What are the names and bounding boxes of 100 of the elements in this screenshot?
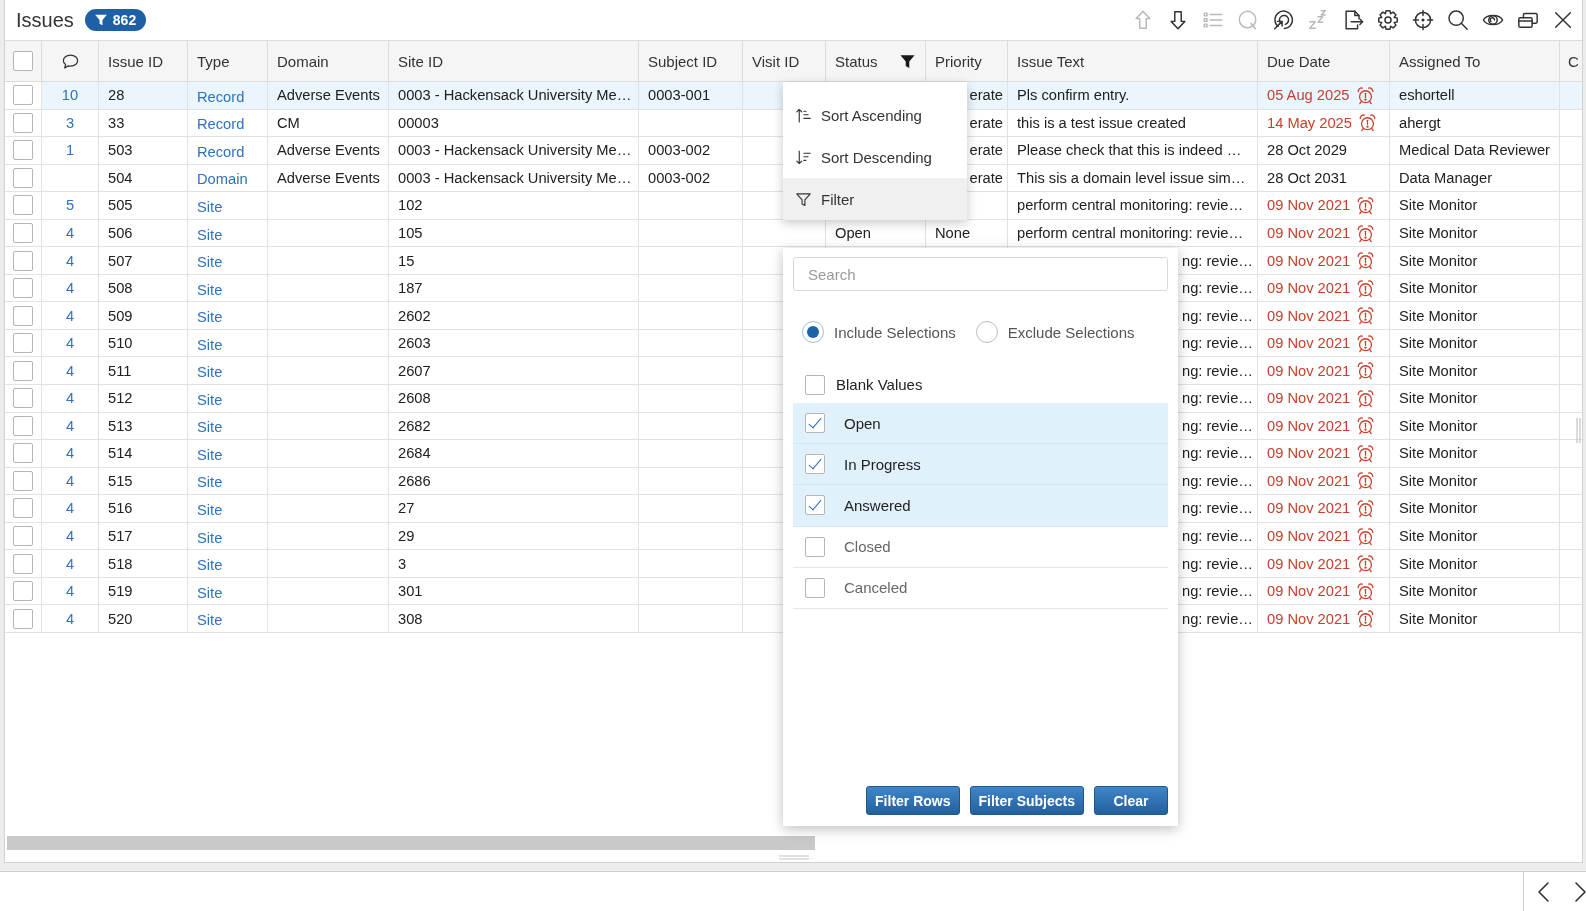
filter-option[interactable]: In Progress <box>793 444 1168 486</box>
type-link[interactable]: Site <box>197 198 223 215</box>
type-link[interactable]: Site <box>197 501 223 518</box>
row-checkbox[interactable] <box>13 167 33 188</box>
filter-subjects-button[interactable]: Filter Subjects <box>969 786 1084 815</box>
row-checkbox[interactable] <box>13 195 33 216</box>
row-checkbox[interactable] <box>13 305 33 326</box>
comment-count-link[interactable]: 4 <box>65 610 75 627</box>
radio-button[interactable] <box>802 321 824 343</box>
filter-option[interactable]: Open <box>793 403 1168 445</box>
type-link[interactable]: Site <box>197 336 223 353</box>
radio-button[interactable] <box>975 321 998 343</box>
filter-option[interactable]: Answered <box>793 485 1168 527</box>
type-link[interactable]: Site <box>197 446 223 463</box>
search-icon[interactable] <box>1447 9 1469 31</box>
filter-icon[interactable] <box>899 52 916 70</box>
filter-count-button[interactable]: 862 <box>84 9 147 31</box>
type-link[interactable]: Site <box>197 364 223 381</box>
row-checkbox[interactable] <box>13 112 33 133</box>
comment-count-link[interactable]: 1 <box>65 142 75 159</box>
comment-count-link[interactable]: 5 <box>65 197 75 214</box>
resize-grip-icon[interactable] <box>1576 418 1581 443</box>
column-header[interactable]: Priority <box>935 52 982 70</box>
search-field[interactable]: Search <box>793 257 1168 291</box>
type-link[interactable]: Site <box>197 309 223 326</box>
type-link[interactable]: Site <box>197 612 223 629</box>
type-link[interactable]: Site <box>197 474 223 491</box>
chevron-left-icon[interactable] <box>1537 880 1550 903</box>
comment-count-link[interactable]: 4 <box>65 528 75 544</box>
row-checkbox[interactable] <box>13 470 33 491</box>
option-checkbox[interactable] <box>805 454 825 475</box>
spiral-arrow-icon[interactable] <box>1272 9 1294 31</box>
column-header[interactable]: Status <box>835 52 878 70</box>
select-all-checkbox[interactable] <box>13 51 33 71</box>
type-link[interactable]: Site <box>197 226 223 243</box>
comment-count-link[interactable]: 4 <box>65 280 75 297</box>
column-header[interactable]: Site ID <box>398 52 443 70</box>
type-link[interactable]: Record <box>197 88 245 105</box>
column-header[interactable]: Issue Text <box>1017 52 1085 70</box>
option-checkbox[interactable] <box>805 374 825 395</box>
type-link[interactable]: Record <box>197 143 245 160</box>
option-checkbox[interactable] <box>805 413 825 434</box>
row-checkbox[interactable] <box>13 333 33 354</box>
comment-count-link[interactable]: 4 <box>65 583 75 600</box>
filter-rows-button[interactable]: Filter Rows <box>866 786 960 815</box>
filter-option[interactable]: Closed <box>793 526 1168 568</box>
filter-option[interactable]: Canceled <box>793 567 1168 609</box>
column-header[interactable]: C <box>1568 52 1579 70</box>
row-checkbox[interactable] <box>13 388 33 409</box>
row-checkbox[interactable] <box>13 250 33 271</box>
comment-count-link[interactable]: 10 <box>61 87 79 104</box>
comment-count-link[interactable]: 4 <box>65 390 75 407</box>
close-icon[interactable] <box>1552 9 1574 31</box>
option-checkbox[interactable] <box>805 495 825 516</box>
row-checkbox[interactable] <box>13 498 33 519</box>
column-header[interactable]: Type <box>197 52 230 70</box>
comment-count-link[interactable]: 4 <box>65 307 75 324</box>
type-link[interactable]: Site <box>197 419 223 436</box>
type-link[interactable]: Site <box>197 281 223 298</box>
column-header[interactable]: Assigned To <box>1399 52 1481 70</box>
comment-count-link[interactable]: 4 <box>65 417 75 434</box>
comment-count-link[interactable]: 4 <box>65 445 75 462</box>
row-checkbox[interactable] <box>13 581 33 602</box>
arrow-down-icon[interactable] <box>1167 9 1189 31</box>
comment-count-link[interactable]: 4 <box>65 362 75 379</box>
row-checkbox[interactable] <box>13 223 33 243</box>
row-checkbox[interactable] <box>13 553 33 574</box>
row-checkbox[interactable] <box>13 608 33 629</box>
file-export-icon[interactable] <box>1342 9 1364 31</box>
comment-count-link[interactable]: 4 <box>65 252 75 269</box>
option-checkbox[interactable] <box>805 577 825 598</box>
row-checkbox[interactable] <box>13 278 33 299</box>
comment-count-link[interactable]: 4 <box>65 472 75 489</box>
comment-count-link[interactable]: 4 <box>65 555 75 572</box>
row-checkbox[interactable] <box>13 443 33 464</box>
row-checkbox[interactable] <box>13 526 33 546</box>
option-checkbox[interactable] <box>805 536 825 557</box>
type-link[interactable]: Site <box>197 391 223 408</box>
type-link[interactable]: Site <box>197 584 223 601</box>
row-checkbox[interactable] <box>13 85 33 106</box>
scrollbar-thumb[interactable] <box>7 836 815 850</box>
type-link[interactable]: Site <box>197 557 223 574</box>
column-header[interactable]: Visit ID <box>752 52 800 70</box>
settings-icon[interactable] <box>1377 9 1399 31</box>
type-link[interactable]: Site <box>197 254 223 271</box>
row-checkbox[interactable] <box>13 415 33 436</box>
type-link[interactable]: Record <box>197 116 245 133</box>
column-header[interactable]: Issue ID <box>108 52 164 70</box>
type-link[interactable]: Domain <box>197 171 248 188</box>
row-checkbox[interactable] <box>13 360 33 381</box>
comment-count-link[interactable]: 4 <box>65 500 75 517</box>
clear-button[interactable]: Clear <box>1094 786 1168 815</box>
comment-count-link[interactable]: 3 <box>65 114 75 131</box>
column-header[interactable]: Subject ID <box>648 52 718 70</box>
row-checkbox[interactable] <box>13 140 33 161</box>
comment-count-link[interactable]: 4 <box>65 335 75 352</box>
resize-grip-icon[interactable] <box>779 855 809 860</box>
comment-count-link[interactable]: 4 <box>65 225 75 241</box>
column-header[interactable]: Domain <box>277 52 329 70</box>
column-header[interactable]: Due Date <box>1267 52 1331 70</box>
